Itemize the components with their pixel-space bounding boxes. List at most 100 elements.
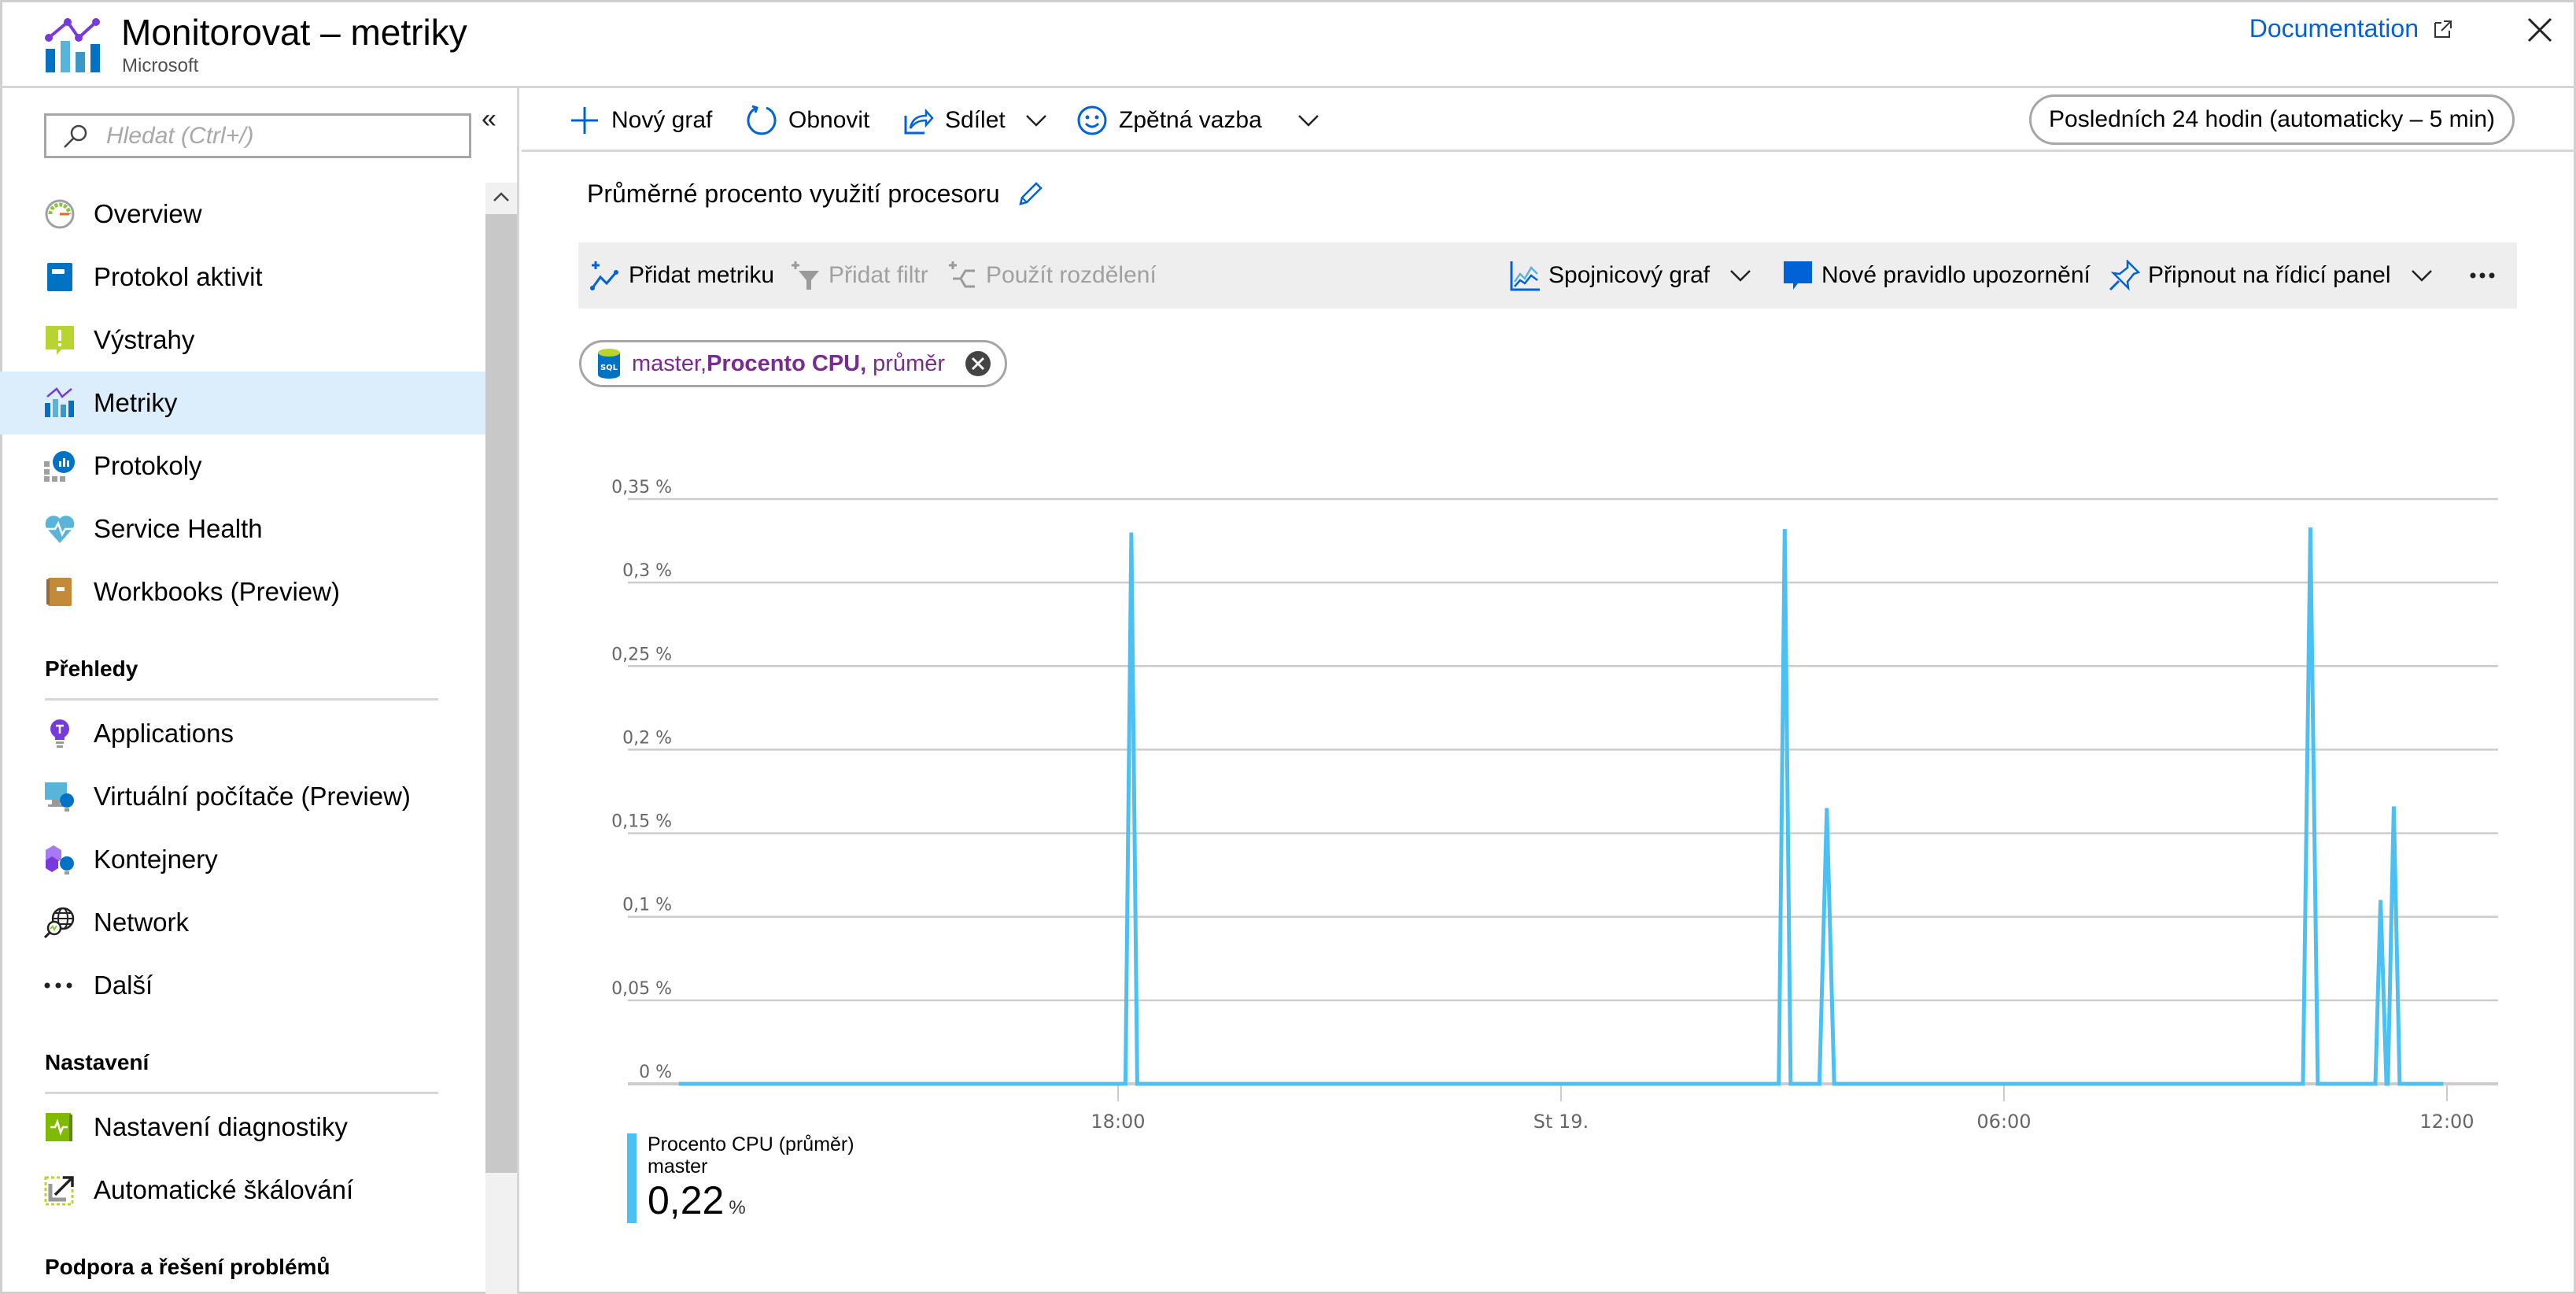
blade-header: Monitorovat – metriky Microsoft Document…: [0, 0, 2576, 88]
legend-value: 0,22: [648, 1178, 725, 1222]
chevron-down-icon: [2411, 270, 2432, 282]
sidebar-item-service-health[interactable]: Service Health: [0, 497, 485, 560]
add-filter-label: Přidat filtr: [829, 262, 928, 288]
y-tick-label: 0 %: [639, 1063, 672, 1082]
chart-type-label: Spojnicový graf: [1548, 262, 1711, 288]
share-icon: [904, 108, 934, 134]
section-heading-support: Podpora a řešení problémů: [45, 1255, 330, 1279]
scrollbar-thumb[interactable]: [485, 214, 517, 1173]
sidebar-item-diagnostic-settings[interactable]: Nastavení diagnostiky: [0, 1096, 485, 1159]
chart-title: Průměrné procento využití procesoru: [587, 179, 1044, 209]
command-bar: Nový graf Obnovit Sdílet Zpětná vazba Po…: [522, 88, 2576, 152]
close-icon[interactable]: [2524, 14, 2556, 46]
sidebar-item-label: Další: [94, 970, 153, 1000]
share-button[interactable]: Sdílet: [902, 88, 1048, 152]
add-filter-icon: [792, 261, 819, 290]
sidebar-search[interactable]: [44, 113, 471, 158]
search-input[interactable]: [106, 122, 468, 150]
chart-legend[interactable]: Procento CPU (průměr) master 0,22%: [627, 1133, 854, 1223]
sidebar-item-label: Kontejnery: [94, 845, 218, 874]
legend-value-row: 0,22%: [648, 1178, 854, 1231]
metrics-logo-icon: [45, 18, 100, 72]
sidebar-item-label: Network: [94, 908, 190, 937]
section-heading-insights: Přehledy: [45, 656, 138, 681]
sidebar-item-autoscale[interactable]: Automatické škálování: [0, 1159, 485, 1222]
collapse-sidebar-button[interactable]: «: [482, 104, 496, 135]
y-tick-label: 0,15 %: [611, 812, 672, 832]
more-icon: [44, 982, 72, 989]
lightbulb-icon: [50, 719, 69, 748]
sidebar-item-label: Applications: [94, 719, 234, 748]
chevron-down-icon: [1730, 270, 1751, 282]
metric-pill[interactable]: SQL master,Procento CPU, průměr: [579, 340, 1008, 387]
sidebar-item-workbooks[interactable]: Workbooks (Preview): [0, 560, 485, 623]
metric-name: Procento CPU,: [707, 350, 867, 376]
pin-to-dashboard-label: Připnout na řídicí panel: [2148, 262, 2391, 288]
smiley-icon: [1077, 105, 1107, 135]
y-tick-label: 0,25 %: [611, 645, 672, 664]
chart-title-text: Průměrné procento využití procesoru: [587, 179, 1000, 208]
sidebar-item-label: Nastavení diagnostiky: [94, 1112, 348, 1141]
add-metric-icon: [590, 261, 618, 290]
refresh-icon: [747, 105, 777, 135]
sidebar-scrollbar[interactable]: [485, 183, 517, 1294]
remove-metric-icon[interactable]: [964, 349, 992, 378]
new-alert-rule-button[interactable]: Nové pravidlo upozornění: [1782, 242, 2091, 309]
metric-aggregation: průměr: [866, 350, 946, 376]
sidebar-item-network[interactable]: Network: [0, 891, 485, 954]
external-link-icon: [2434, 20, 2452, 38]
feedback-label: Zpětná vazba: [1119, 106, 1262, 133]
documentation-link[interactable]: Documentation: [2249, 14, 2453, 43]
section-divider: [45, 1092, 438, 1094]
x-tick-label: 12:00: [2419, 1111, 2474, 1133]
more-options-button[interactable]: [2467, 242, 2498, 309]
sidebar-item-label: Výstrahy: [94, 325, 195, 354]
y-tick-label: 0,35 %: [611, 478, 672, 497]
x-tick-label: 18:00: [1091, 1111, 1145, 1133]
diagnostics-icon: [46, 1113, 72, 1141]
sidebar-item-containers[interactable]: Kontejnery: [0, 828, 485, 891]
sidebar-item-overview[interactable]: Overview: [0, 183, 485, 246]
y-tick-label: 0,1 %: [622, 896, 672, 915]
gauge-icon: [45, 199, 75, 229]
add-metric-button[interactable]: Přidat metriku: [589, 242, 774, 309]
pin-icon: [2109, 260, 2140, 291]
share-label: Sdílet: [945, 106, 1006, 133]
sidebar-item-label: Virtuální počítače (Preview): [94, 782, 411, 811]
y-tick-label: 0,05 %: [611, 979, 672, 999]
sidebar-item-vm-insights[interactable]: Virtuální počítače (Preview): [0, 765, 485, 828]
sidebar-item-logs[interactable]: Protokoly: [0, 434, 485, 497]
sidebar-item-label: Protokol aktivit: [94, 262, 263, 291]
time-range-picker[interactable]: Posledních 24 hodin (automaticky – 5 min…: [2029, 94, 2515, 145]
sidebar-item-activity-log[interactable]: Protokol aktivit: [0, 246, 485, 309]
documentation-link-label: Documentation: [2249, 14, 2419, 43]
add-filter-button[interactable]: Přidat filtr: [789, 242, 928, 309]
sidebar-item-applications[interactable]: Applications: [0, 702, 485, 765]
chevron-up-icon: [493, 192, 509, 201]
refresh-button[interactable]: Obnovit: [746, 88, 869, 152]
legend-resource: master: [648, 1155, 708, 1178]
sidebar-item-label: Automatické škálování: [94, 1175, 354, 1204]
heart-pulse-icon: [45, 516, 75, 543]
line-chart-icon: [1510, 261, 1540, 291]
scroll-up-button[interactable]: [485, 183, 517, 211]
chart-toolbar: Přidat metriku Přidat filtr Použít rozdě…: [578, 242, 2517, 309]
x-tick-label: 06:00: [1976, 1111, 2031, 1133]
new-chart-button[interactable]: Nový graf: [569, 88, 712, 152]
sidebar-item-alerts[interactable]: Výstrahy: [0, 309, 485, 372]
page-title: Monitorovat – metriky: [121, 12, 467, 53]
line-chart: 0 % 0,05 % 0,1 % 0,15 % 0,2 % 0,25 % 0,3 % 0,35…: [611, 478, 2498, 1133]
pin-to-dashboard-button[interactable]: Připnout na řídicí panel: [2109, 242, 2434, 309]
pencil-icon[interactable]: [1016, 180, 1044, 209]
chevron-down-icon: [1297, 114, 1319, 127]
apply-splitting-button[interactable]: Použít rozdělení: [947, 242, 1157, 309]
search-icon: [64, 124, 87, 148]
y-tick-label: 0,2 %: [622, 728, 672, 748]
chart-type-dropdown[interactable]: Spojnicový graf: [1509, 242, 1752, 309]
sidebar-item-more[interactable]: Další: [0, 954, 485, 1017]
add-metric-label: Přidat metriku: [629, 262, 775, 288]
sidebar-item-metrics[interactable]: Metriky: [0, 372, 485, 434]
new-alert-rule-label: Nové pravidlo upozornění: [1821, 262, 2091, 288]
feedback-button[interactable]: Zpětná vazba: [1076, 88, 1320, 152]
sidebar-item-label: Overview: [94, 199, 202, 228]
